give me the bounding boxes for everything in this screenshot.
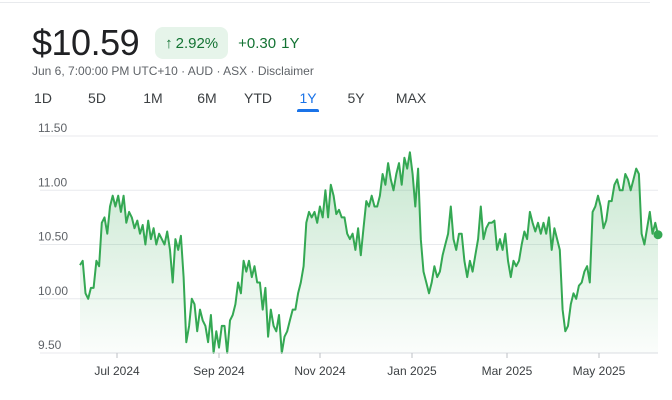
- x-tick-label: Mar 2025: [482, 364, 533, 378]
- x-tick-label: Sep 2024: [193, 364, 245, 378]
- y-tick-label: 10.00: [38, 284, 68, 298]
- quote-timestamp: Jun 6, 7:00:00 PM UTC+10: [32, 64, 178, 78]
- quote-exchange: ASX: [223, 64, 248, 78]
- x-axis-labels: Jul 2024 Sep 2024 Nov 2024 Jan 2025 Mar 2025…: [94, 364, 625, 378]
- y-tick-label: 11.00: [38, 175, 67, 189]
- tab-6m[interactable]: 6M: [193, 86, 221, 112]
- y-tick-label: 10.50: [38, 230, 68, 244]
- tab-1d[interactable]: 1D: [30, 86, 56, 112]
- absolute-change-value: +0.30: [238, 34, 277, 52]
- tab-max[interactable]: MAX: [392, 86, 430, 112]
- absolute-change: +0.30 1Y: [238, 35, 299, 52]
- percent-change-badge: ↑ 2.92%: [155, 27, 229, 59]
- tab-5y[interactable]: 5Y: [345, 86, 367, 112]
- tab-1m[interactable]: 1M: [139, 86, 167, 112]
- tab-5d[interactable]: 5D: [84, 86, 110, 112]
- x-tick-label: Nov 2024: [294, 364, 346, 378]
- arrow-up-icon: ↑: [165, 34, 173, 52]
- x-tick-label: May 2025: [573, 364, 626, 378]
- top-divider: [0, 2, 650, 3]
- y-axis-labels: 11.50 11.00 10.50 10.00 9.50: [38, 121, 68, 352]
- y-tick-label: 9.50: [38, 338, 62, 352]
- current-price: $10.59: [32, 22, 140, 63]
- quote-meta: Jun 6, 7:00:00 PM UTC+10 · AUD · ASX · D…: [32, 64, 314, 78]
- tab-1y[interactable]: 1Y: [297, 86, 319, 112]
- change-period: 1Y: [281, 34, 300, 52]
- last-price-dot[interactable]: [653, 230, 663, 240]
- x-axis-ticks: [116, 353, 600, 358]
- y-tick-label: 11.50: [38, 121, 67, 135]
- x-tick-label: Jul 2024: [94, 364, 140, 378]
- range-tabs: 1D 5D 1M 6M YTD 1Y 5Y MAX: [30, 86, 430, 112]
- price-area: [80, 152, 658, 353]
- disclaimer-link[interactable]: Disclaimer: [258, 64, 314, 78]
- percent-change-value: 2.92%: [175, 34, 219, 52]
- quote-currency: AUD: [187, 64, 214, 78]
- tab-ytd[interactable]: YTD: [242, 86, 274, 112]
- price-chart: 11.50 11.00 10.50 10.00 9.50 Jul 2024 Sep 202…: [38, 121, 663, 378]
- x-tick-label: Jan 2025: [387, 364, 437, 378]
- quote-header: $10.59 ↑ 2.92% +0.30 1Y: [32, 20, 299, 66]
